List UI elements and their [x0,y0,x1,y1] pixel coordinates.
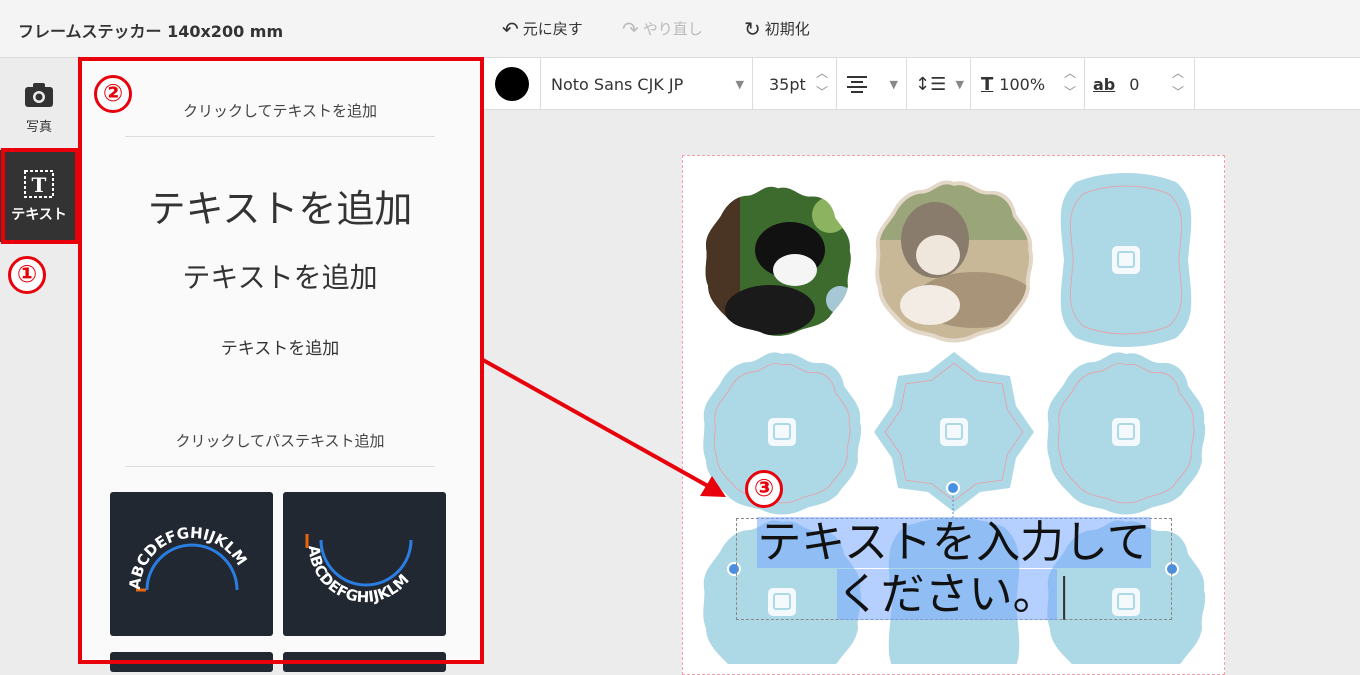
annotation-marker-3: ③ [745,470,783,508]
text-align-select[interactable]: ▼ [837,58,907,110]
letter-spacing-stepper[interactable]: ab 0 ︿ ﹀ [1085,58,1195,110]
redo-button[interactable]: ↷ やり直し [622,18,703,39]
stepper-down-icon[interactable]: ﹀ [1172,86,1184,99]
text-scale-value: 100% [999,74,1046,94]
font-family-select[interactable]: Noto Sans CJK JP ▼ [541,58,753,110]
color-swatch [494,67,529,101]
undo-icon: ↶ [502,16,519,41]
annotation-marker-1: ① [8,256,46,294]
letter-spacing-icon: ab [1093,74,1116,94]
font-size-value: 35pt [769,74,806,94]
redo-icon: ↷ [622,16,639,41]
refresh-icon: ↻ [744,16,761,41]
letter-spacing-value: 0 [1129,74,1140,94]
canvas-text-line-1[interactable]: テキストを入力して [736,517,1172,568]
document-title: フレームステッカー 140x200 mm [18,22,284,41]
text-scale-icon: T [981,73,994,95]
annotation-box-panel [78,57,484,664]
chevron-down-icon: ▼ [735,78,744,91]
text-scale-stepper[interactable]: T 100% ︿ ﹀ [971,58,1085,110]
line-height-select[interactable]: ↕☰ ▼ [907,58,971,110]
chevron-down-icon: ▼ [955,78,964,91]
font-family-value: Noto Sans CJK JP [551,74,684,94]
undo-button[interactable]: ↶ 元に戻す [502,18,583,39]
chevron-down-icon: ▼ [889,78,898,91]
stepper-down-icon[interactable]: ﹀ [1064,86,1076,99]
top-bar: フレームステッカー 140x200 mm ↶ 元に戻す ↷ やり直し ↻ 初期化 [0,0,1360,58]
stepper-up-icon[interactable]: ︿ [1172,67,1184,80]
align-center-icon [847,76,867,93]
text-cursor: | [1056,569,1072,620]
annotation-box-sidebar [1,148,79,244]
color-picker[interactable] [483,58,541,110]
stepper-up-icon[interactable]: ︿ [1064,67,1076,80]
camera-icon [25,83,53,107]
annotation-marker-2: ② [94,75,132,113]
font-size-stepper[interactable]: 35pt ︿ ﹀ [753,58,837,110]
canvas-text-line-2[interactable]: ください。| [736,569,1172,620]
stepper-up-icon[interactable]: ︿ [816,67,828,80]
format-toolbar: Noto Sans CJK JP ▼ 35pt ︿ ﹀ ▼ ↕☰ ▼ T 100… [483,58,1360,110]
line-height-icon: ↕☰ [915,73,947,95]
reset-button[interactable]: ↻ 初期化 [744,18,810,39]
sidebar-item-photo[interactable]: 写真 [0,76,78,144]
stepper-down-icon[interactable]: ﹀ [816,86,828,99]
